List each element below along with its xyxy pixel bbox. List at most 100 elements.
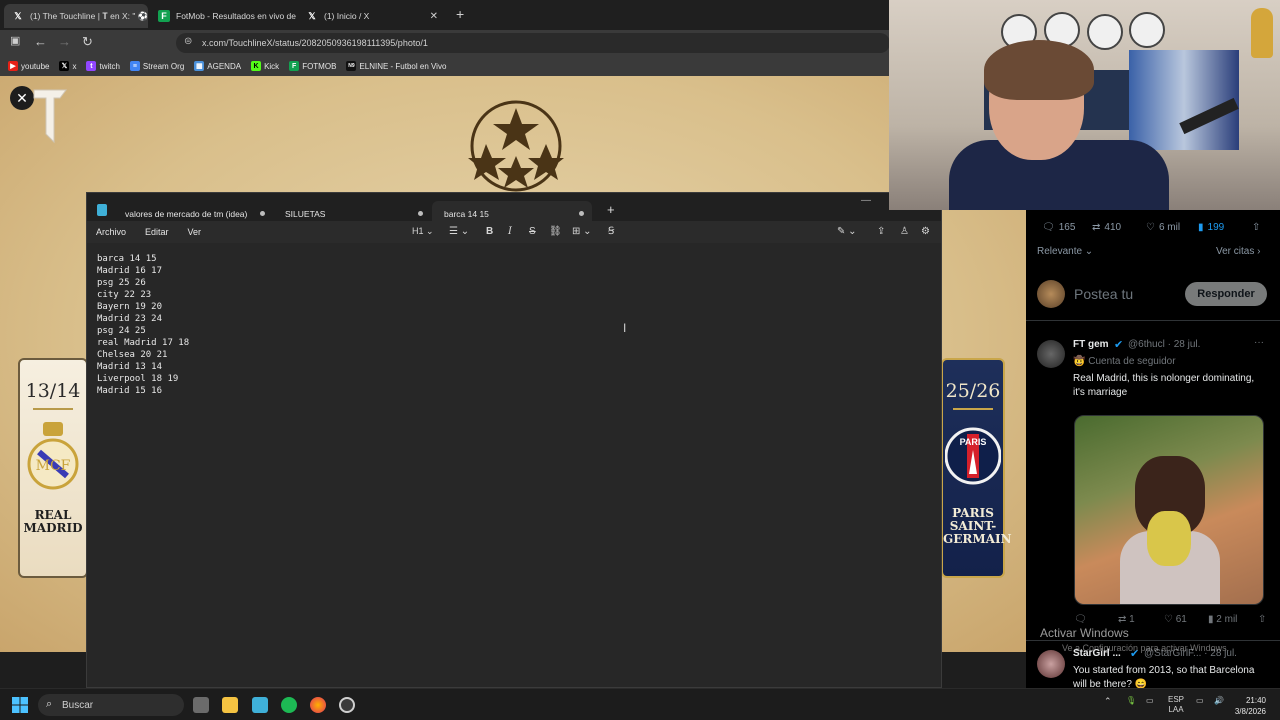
list-icon[interactable]: ☰ ⌄ xyxy=(449,226,469,237)
sidebar-toggle-icon[interactable]: ▣ xyxy=(10,34,20,47)
tab-title: FotMob - Resultados en vivo de xyxy=(176,11,296,21)
clear-format-icon[interactable]: Ꞩ xyxy=(608,226,614,237)
bookmarks-bar: ▶ youtube 𝕏x t twitch ≡ Stream Org ▦ AGENDA … xyxy=(0,56,890,76)
reply-button[interactable]: Responder xyxy=(1185,282,1267,306)
table-icon[interactable]: ⊞ ⌄ xyxy=(572,226,592,237)
text-line: real Madrid 17 18 xyxy=(97,338,190,348)
notepad-app-icon xyxy=(97,204,107,216)
strikethrough-icon[interactable]: S xyxy=(529,226,536,237)
system-clock[interactable]: 21:40 3/8/2026 xyxy=(1235,695,1266,717)
bookmark-agenda[interactable]: ▦ AGENDA xyxy=(194,61,241,71)
spotify-icon[interactable] xyxy=(281,697,297,713)
file-explorer-icon[interactable] xyxy=(222,697,238,713)
windows-taskbar: ⌕ Buscar ⌃ 🎙 ▭ ESP LAA ▭ 🔊 21:40 3/8/202… xyxy=(0,688,1280,720)
background-jerseys xyxy=(1129,50,1239,150)
divider xyxy=(1026,320,1280,321)
share-icon[interactable]: ⇧ xyxy=(1258,614,1266,625)
address-bar[interactable]: ⊜ x.com/TouchlineX/status/20820509361981… xyxy=(176,33,890,53)
like-count[interactable]: ♡ 6 mil xyxy=(1146,222,1180,233)
share-icon[interactable]: ⇪ xyxy=(877,226,885,237)
real-madrid-card: 13/14 MCF REAL MADRID xyxy=(18,358,88,578)
notepad-taskbar-icon[interactable] xyxy=(252,697,268,713)
close-tab-icon[interactable]: ✕ xyxy=(430,11,438,22)
language-indicator[interactable]: ESP LAA xyxy=(1168,695,1184,715)
more-options-icon[interactable]: ··· xyxy=(1254,337,1264,348)
notepad-menu-bar: Archivo Editar Ver xyxy=(87,221,941,243)
like-count[interactable]: ♡ 61 xyxy=(1164,614,1187,625)
tweet-author-name[interactable]: FT gem xyxy=(1073,339,1109,350)
kick-icon: K xyxy=(251,61,262,71)
repost-count[interactable]: ⇄ 410 xyxy=(1092,222,1121,233)
bold-icon[interactable]: B xyxy=(486,226,493,237)
heading-select[interactable]: H1 ⌄ xyxy=(412,226,434,237)
fotmob-icon: F xyxy=(158,10,170,22)
tab-label: barca 14 15 xyxy=(444,209,489,219)
view-quotes-link[interactable]: Ver citas › xyxy=(1216,246,1260,257)
bookmark-twitch[interactable]: t twitch xyxy=(86,61,120,71)
avatar[interactable] xyxy=(1037,650,1065,678)
bookmark-x[interactable]: 𝕏x xyxy=(59,61,76,71)
bookmark-fotmob[interactable]: F FOTMOB xyxy=(289,61,336,71)
bookmark-label: Kick xyxy=(264,61,280,71)
tweet-handle[interactable]: @6thucl · 28 jul. xyxy=(1128,339,1200,350)
notepad-editor[interactable]: barca 14 15 Madrid 16 17 psg 25 26 city … xyxy=(97,253,189,397)
show-hidden-icons[interactable]: ⌃ xyxy=(1104,696,1112,707)
share-icon[interactable]: ⇧ xyxy=(1252,222,1260,233)
menu-archivo[interactable]: Archivo xyxy=(96,227,126,237)
browser-tab-fotmob[interactable]: F FotMob - Resultados en vivo de ✕ xyxy=(150,4,296,28)
forward-icon[interactable]: → xyxy=(58,34,71,49)
volume-icon[interactable]: 🔊 xyxy=(1214,696,1224,705)
views-count[interactable]: ▮ 2 mil xyxy=(1208,614,1237,625)
docs-icon: ≡ xyxy=(129,61,140,71)
battery-icon[interactable]: ▭ xyxy=(1146,696,1154,705)
taskbar-search[interactable]: ⌕ Buscar xyxy=(38,694,184,716)
bookmark-stream-org[interactable]: ≡ Stream Org xyxy=(129,61,185,71)
follower-text: Cuenta de seguidor xyxy=(1088,356,1176,367)
settings-gear-icon[interactable]: ⚙ xyxy=(921,226,930,237)
repost-count[interactable]: ⇄ 1 xyxy=(1118,614,1135,625)
browser-tab-x-home[interactable]: 𝕏 (1) Inicio / X ✕ xyxy=(298,4,446,28)
bookmark-label: Stream Org xyxy=(142,61,185,71)
text-line: barca 14 15 xyxy=(97,254,157,264)
tab-title: (1) Inicio / X xyxy=(324,11,370,21)
bookmark-count[interactable]: ▮ 199 xyxy=(1198,222,1224,233)
text-line: Madrid 15 16 xyxy=(97,386,163,396)
task-view-icon[interactable] xyxy=(193,697,209,713)
link-icon[interactable]: ⛓ xyxy=(549,226,562,237)
streamer-hair xyxy=(984,40,1094,100)
italic-icon[interactable]: I xyxy=(508,226,512,237)
back-icon[interactable]: ← xyxy=(34,34,47,49)
x-logo-icon: 𝕏 xyxy=(14,10,22,21)
bookmark-label: twitch xyxy=(99,61,120,71)
avatar[interactable] xyxy=(1037,280,1065,308)
firefox-icon[interactable] xyxy=(310,697,326,713)
bookmark-youtube[interactable]: ▶ youtube xyxy=(8,61,49,71)
account-icon[interactable]: ♙ xyxy=(900,226,909,237)
add-tab-icon[interactable]: + xyxy=(607,202,615,217)
search-placeholder: Buscar xyxy=(62,699,94,711)
bookmark-kick[interactable]: K Kick xyxy=(251,61,279,71)
new-tab-icon[interactable]: + xyxy=(456,6,464,22)
minimize-icon[interactable]: — xyxy=(861,195,871,206)
network-icon[interactable]: ▭ xyxy=(1196,696,1204,705)
bookmark-label: x xyxy=(72,61,77,71)
microphone-icon[interactable]: 🎙 xyxy=(1126,696,1136,705)
sort-dropdown[interactable]: Relevante ⌄ xyxy=(1037,246,1093,257)
site-info-icon[interactable]: ⊜ xyxy=(184,36,192,47)
reply-compose-input[interactable]: Postea tu xyxy=(1074,286,1133,302)
menu-ver[interactable]: Ver xyxy=(188,227,202,237)
obs-icon[interactable] xyxy=(339,697,355,713)
menu-editar[interactable]: Editar xyxy=(145,227,169,237)
reply-count[interactable]: 🗨 165 xyxy=(1042,222,1075,233)
follower-account-label: 🤠 Cuenta de seguidor xyxy=(1073,356,1176,367)
tweet-media-image[interactable] xyxy=(1074,415,1264,605)
reload-icon[interactable]: ↻ xyxy=(82,34,93,50)
avatar[interactable] xyxy=(1037,340,1065,368)
search-icon: ⌕ xyxy=(46,698,53,710)
browser-tab-touchline[interactable]: 𝕏 (1) The Touchline | 𝐓 en X: " ⚽ ✕ xyxy=(4,4,148,28)
bookmark-elnine[interactable]: N9 ELNINE - Futbol en Vivo xyxy=(346,61,446,71)
windows-start-icon[interactable] xyxy=(12,697,28,713)
reply-icon[interactable]: 🗨 xyxy=(1074,614,1087,625)
copilot-icon[interactable]: ✎ ⌄ xyxy=(837,226,857,237)
season-label: 13/14 xyxy=(25,380,81,402)
